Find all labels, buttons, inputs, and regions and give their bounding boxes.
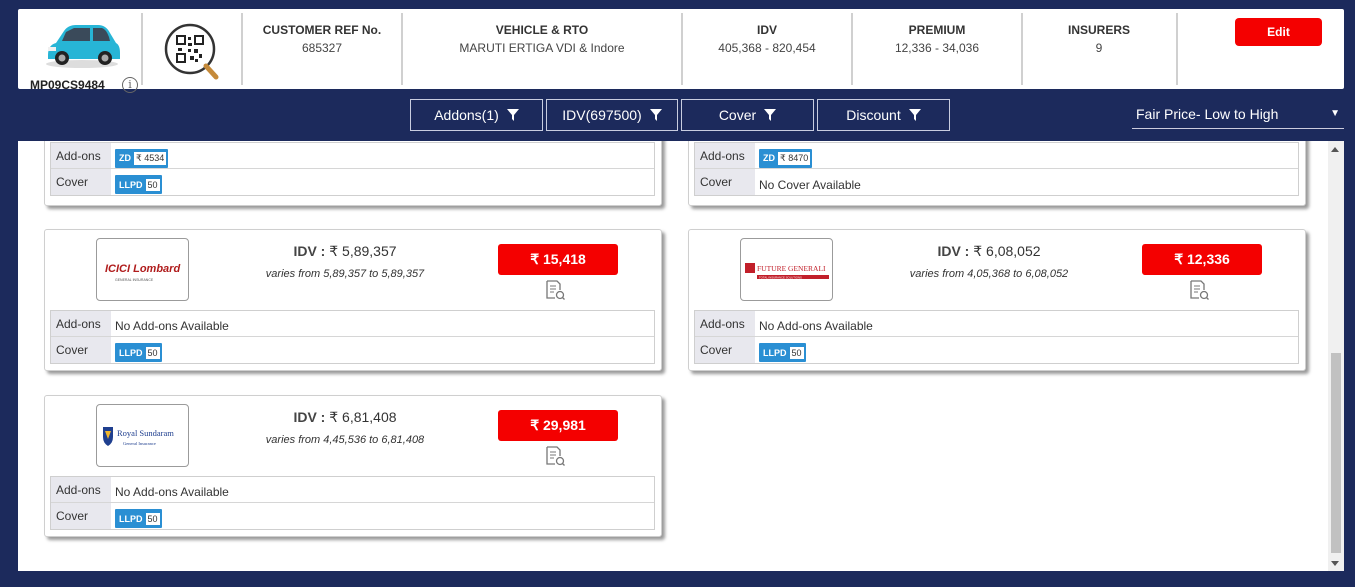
idv-varies: varies from 4,05,368 to 6,08,052 <box>909 268 1069 280</box>
idv-filter[interactable]: IDV(697500) <box>546 99 678 131</box>
svg-text:Royal Sundaram: Royal Sundaram <box>117 428 174 438</box>
cover-row: Cover No Cover Available <box>695 169 1298 195</box>
cover-row: Cover LLPD 50 <box>51 169 654 195</box>
filter-icon <box>649 109 662 121</box>
policy-details-icon[interactable] <box>545 280 565 300</box>
policy-details-icon[interactable] <box>545 446 565 466</box>
svg-text:TOTAL INSURANCE SOLUTIONS: TOTAL INSURANCE SOLUTIONS <box>759 275 802 279</box>
divider <box>241 13 243 85</box>
addon-badge: ZD ₹ 4534 <box>115 148 169 168</box>
buy-price-button[interactable]: ₹ 29,981 <box>498 410 618 441</box>
edit-button[interactable]: Edit <box>1235 18 1322 46</box>
addon-badge: ZD ₹ 8470 <box>759 148 813 168</box>
discount-filter[interactable]: Discount <box>817 99 950 131</box>
vehicle-cell: MP09CS9484 i <box>28 15 146 93</box>
chevron-down-icon: ▼ <box>1330 108 1340 119</box>
divider <box>141 13 143 85</box>
divider <box>681 13 683 85</box>
cover-filter[interactable]: Cover <box>681 99 814 131</box>
premium-range: PREMIUM 12,336 - 34,036 <box>894 23 980 55</box>
summary-header: MP09CS9484 i CUSTOMER REF No. 685327 VEH… <box>18 9 1344 93</box>
svg-text:GENERAL INSURANCE: GENERAL INSURANCE <box>115 278 154 282</box>
insurer-logo: Royal Sundaram General Insurance <box>96 404 189 467</box>
filter-icon <box>908 109 921 121</box>
addons-row: Add-ons No Add-ons Available <box>51 477 654 503</box>
filter-icon <box>506 109 519 121</box>
addons-row: Add-ons No Add-ons Available <box>51 311 654 337</box>
addons-row: Add-ons ZD ₹ 8470 <box>695 143 1298 169</box>
divider <box>1021 13 1023 85</box>
idv-value: IDV : ₹ 6,81,408 <box>293 409 397 425</box>
quote-details: Add-ons No Add-ons Available Cover LLPD 5… <box>50 310 655 364</box>
insurers-count: INSURERS 9 <box>1067 23 1130 55</box>
quote-details: Add-ons No Add-ons Available Cover LLPD 5… <box>694 310 1299 364</box>
cover-row: Cover LLPD 50 <box>51 503 654 529</box>
sort-dropdown[interactable]: Fair Price- Low to High ▼ <box>1132 101 1344 129</box>
divider <box>401 13 403 85</box>
divider <box>851 13 853 85</box>
svg-text:FUTURE GENERALI: FUTURE GENERALI <box>757 264 826 273</box>
scroll-down-icon[interactable] <box>1331 561 1339 566</box>
policy-details-icon[interactable] <box>1189 280 1209 300</box>
svg-text:ICICI Lombard: ICICI Lombard <box>105 263 180 275</box>
insurer-logo: FUTURE GENERALI TOTAL INSURANCE SOLUTION… <box>740 238 833 301</box>
qr-search-icon[interactable] <box>164 23 220 81</box>
cover-badge: LLPD 50 <box>115 343 162 362</box>
cover-row: Cover LLPD 50 <box>695 337 1298 363</box>
quote-card: Add-ons ZD ₹ 4534 Cover LLPD 50 <box>44 141 662 206</box>
idv-value: IDV : ₹ 5,89,357 <box>293 243 397 259</box>
cover-badge: LLPD 50 <box>759 343 806 362</box>
idv-varies: varies from 4,45,536 to 6,81,408 <box>265 434 425 446</box>
svg-text:General Insurance: General Insurance <box>123 441 156 446</box>
quote-details: Add-ons ZD ₹ 8470 Cover No Cover Availabl… <box>694 142 1299 196</box>
vehicle-plate: MP09CS9484 <box>30 78 105 92</box>
divider <box>1176 13 1178 85</box>
idv-range: IDV 405,368 - 820,454 <box>718 23 816 55</box>
scroll-thumb[interactable] <box>1331 353 1341 553</box>
buy-price-button[interactable]: ₹ 15,418 <box>498 244 618 275</box>
cover-badge: LLPD 50 <box>115 509 162 528</box>
quote-card-future-generali: FUTURE GENERALI TOTAL INSURANCE SOLUTION… <box>688 229 1306 371</box>
addons-row: Add-ons ZD ₹ 4534 <box>51 143 654 169</box>
idv-varies: varies from 5,89,357 to 5,89,357 <box>265 268 425 280</box>
quote-details: Add-ons No Add-ons Available Cover LLPD 5… <box>50 476 655 530</box>
quote-card-royal-sundaram: Royal Sundaram General Insurance IDV : ₹… <box>44 395 662 537</box>
idv-value: IDV : ₹ 6,08,052 <box>937 243 1041 259</box>
cover-row: Cover LLPD 50 <box>51 337 654 363</box>
addons-filter[interactable]: Addons(1) <box>410 99 543 131</box>
buy-price-button[interactable]: ₹ 12,336 <box>1142 244 1262 275</box>
info-icon[interactable]: i <box>122 77 138 93</box>
quote-card: Add-ons ZD ₹ 8470 Cover No Cover Availabl… <box>688 141 1306 206</box>
customer-ref: CUSTOMER REF No. 685327 <box>262 23 382 55</box>
scrollbar[interactable] <box>1328 141 1344 571</box>
insurer-logo: ICICI Lombard GENERAL INSURANCE <box>96 238 189 301</box>
quotes-panel: Add-ons ZD ₹ 4534 Cover LLPD 50 Add-ons ZD… <box>18 141 1344 571</box>
cover-badge: LLPD 50 <box>115 175 162 194</box>
car-image <box>46 25 120 68</box>
scroll-up-icon[interactable] <box>1331 147 1339 152</box>
vehicle-rto: VEHICLE & RTO MARUTI ERTIGA VDI & Indore <box>459 23 625 55</box>
quote-details: Add-ons ZD ₹ 4534 Cover LLPD 50 <box>50 142 655 196</box>
addons-row: Add-ons No Add-ons Available <box>695 311 1298 337</box>
filter-icon <box>764 109 777 121</box>
quote-card-icici: ICICI Lombard GENERAL INSURANCE IDV : ₹ … <box>44 229 662 371</box>
